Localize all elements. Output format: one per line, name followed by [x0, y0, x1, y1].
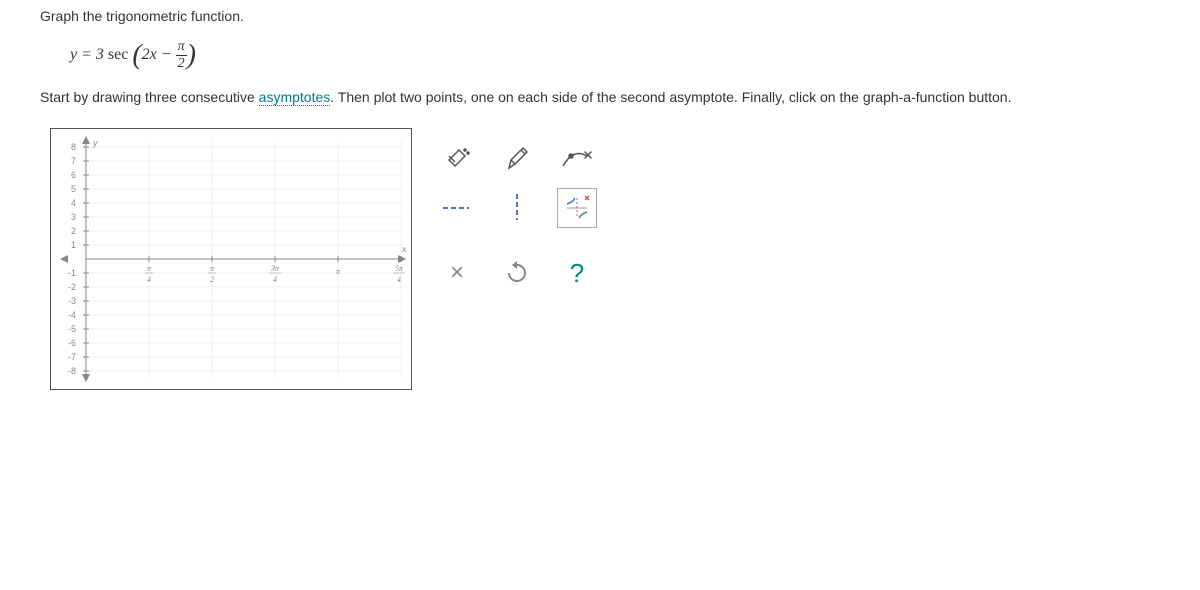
xtick-1-num: π: [147, 264, 152, 273]
ytick-n1: -1: [68, 268, 76, 278]
eq-inner: 2x −: [142, 46, 176, 63]
hdash-tool[interactable]: [437, 188, 477, 228]
page-title: Graph the trigonometric function.: [40, 8, 244, 24]
x-axis-label: x: [401, 244, 406, 254]
ytick-3: 3: [71, 212, 76, 222]
xtick-3-den: 4: [273, 275, 277, 284]
ytick-n5: -5: [68, 324, 76, 334]
xtick-1-den: 4: [147, 275, 151, 284]
curve-tool[interactable]: [557, 138, 597, 178]
ytick-1: 1: [71, 240, 76, 250]
xtick-5-num: 5π: [395, 264, 404, 273]
eq-func: sec: [108, 46, 128, 63]
xtick-2-num: π: [210, 264, 215, 273]
ytick-6: 6: [71, 170, 76, 180]
xtick-5-den: 4: [397, 275, 401, 284]
instructions: Start by drawing three consecutive asymp…: [40, 87, 1160, 108]
xtick-4: π: [336, 267, 341, 276]
toolbox: × ?: [437, 138, 597, 390]
ytick-n7: -7: [68, 352, 76, 362]
asymptotes-link[interactable]: asymptotes: [259, 89, 331, 106]
delete-button[interactable]: ×: [437, 253, 477, 293]
vdash-tool[interactable]: [497, 188, 537, 228]
ytick-n3: -3: [68, 296, 76, 306]
help-icon: ?: [570, 258, 584, 289]
ytick-4: 4: [71, 198, 76, 208]
ytick-n2: -2: [68, 282, 76, 292]
pencil-tool[interactable]: [497, 138, 537, 178]
asymptote-graph-tool[interactable]: [557, 188, 597, 228]
ytick-7: 7: [71, 156, 76, 166]
ytick-n4: -4: [68, 310, 76, 320]
undo-button[interactable]: [497, 253, 537, 293]
ytick-n8: -8: [68, 366, 76, 376]
equation: y = 3 sec (2x − π2): [70, 39, 1160, 72]
ytick-5: 5: [71, 184, 76, 194]
eq-prefix: y = 3: [70, 46, 108, 63]
eq-den: 2: [176, 56, 187, 72]
ytick-n6: -6: [68, 338, 76, 348]
instr-part1: Start by drawing three consecutive: [40, 89, 259, 105]
help-button[interactable]: ?: [557, 253, 597, 293]
eraser-tool[interactable]: [437, 138, 477, 178]
eq-num: π: [176, 39, 187, 56]
graph-area[interactable]: 8 7 6 5 4 3 2 1 -1 -2 -3 -4 -5 -6 -7 -8: [50, 128, 412, 390]
ytick-8: 8: [71, 142, 76, 152]
instr-part2: . Then plot two points, one on each side…: [330, 89, 1011, 105]
xtick-2-den: 2: [210, 275, 214, 284]
delete-icon: ×: [450, 259, 464, 287]
ytick-2: 2: [71, 226, 76, 236]
graph-svg[interactable]: 8 7 6 5 4 3 2 1 -1 -2 -3 -4 -5 -6 -7 -8: [56, 134, 406, 384]
y-axis-label: y: [92, 138, 98, 148]
xtick-3-num: 3π: [270, 264, 280, 273]
